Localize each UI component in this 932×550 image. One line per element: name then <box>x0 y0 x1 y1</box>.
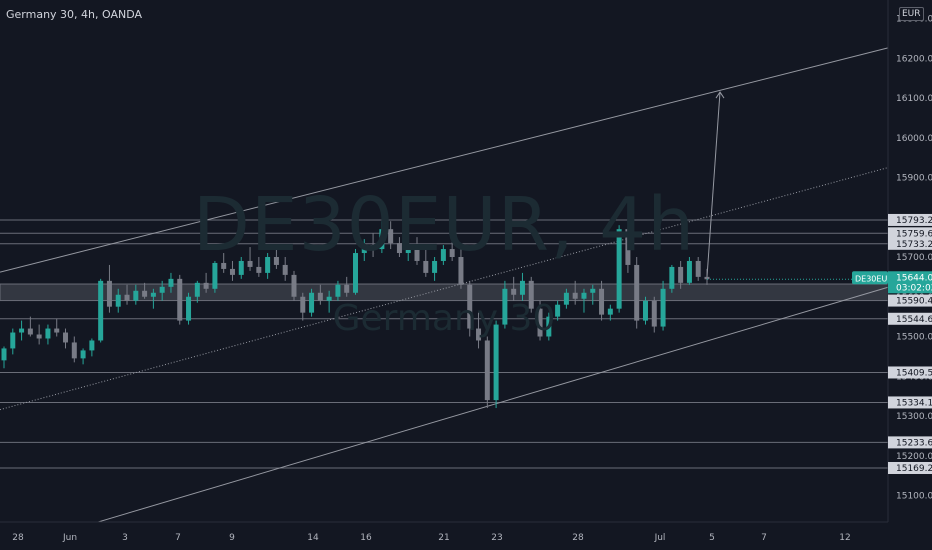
candle-body <box>678 266 684 283</box>
candle-body <box>291 274 297 297</box>
level-label: 15733.2 <box>896 240 932 250</box>
symbol-tag: DE30EUR <box>855 274 893 283</box>
x-tick-label: Jul <box>654 533 666 543</box>
name-watermark: Germany 30 <box>332 298 556 339</box>
x-tick-label: 28 <box>12 533 24 543</box>
candle-body <box>484 340 490 401</box>
level-label: 15334.1 <box>896 398 932 408</box>
y-tick-label: 15700.0 <box>896 253 932 263</box>
y-tick-label: 15300.0 <box>896 412 932 422</box>
y-tick-label: 15100.0 <box>896 492 932 502</box>
candle-body <box>159 286 165 293</box>
symbol-watermark: DE30EUR, 4h <box>192 182 696 268</box>
level-label: 15233.6 <box>896 438 932 448</box>
candle-body <box>344 284 350 293</box>
time-axis-bg <box>0 522 932 550</box>
x-tick-label: 3 <box>122 533 128 543</box>
candle-body <box>669 266 675 289</box>
x-tick-label: 7 <box>761 533 767 543</box>
candle-body <box>168 278 174 287</box>
y-tick-label: 16200.0 <box>896 54 932 64</box>
currency-button[interactable]: EUR <box>899 7 924 21</box>
candle-body <box>1 348 7 361</box>
x-tick-label: 7 <box>175 533 181 543</box>
candle-body <box>194 282 200 297</box>
level-label: 15409.5 <box>896 368 932 378</box>
candle-body <box>511 288 517 295</box>
candle-body <box>89 340 95 351</box>
y-tick-label: 15900.0 <box>896 174 932 184</box>
time-axis[interactable]: 28 Jun 3 7 9 14 16 21 23 28 Jul 5 7 12 <box>0 521 932 550</box>
x-tick-label: Jun <box>62 533 77 543</box>
level-label: 15544.6 <box>896 315 932 325</box>
level-label: 15169.2 <box>896 464 932 474</box>
candle-body <box>203 282 209 289</box>
level-label: 15793.2 <box>896 216 932 226</box>
price-chart[interactable]: 15100.015200.015300.015400.015500.015600… <box>0 0 932 550</box>
candle-body <box>71 342 77 359</box>
x-tick-label: 28 <box>572 533 584 543</box>
candle-body <box>335 284 341 297</box>
y-tick-label: 15200.0 <box>896 452 932 462</box>
x-tick-label: 9 <box>229 533 235 543</box>
chart-title: Germany 30, 4h, OANDA <box>6 8 143 21</box>
x-tick-label: 21 <box>438 533 449 543</box>
countdown-label: 03:02:02 <box>896 283 932 293</box>
candle-body <box>142 290 148 297</box>
x-tick-label: 23 <box>491 533 502 543</box>
candle-body <box>229 268 235 275</box>
y-tick-label: 16000.0 <box>896 134 932 144</box>
y-tick-label: 16100.0 <box>896 94 932 104</box>
x-tick-label: 16 <box>360 533 372 543</box>
candle-body <box>590 288 596 293</box>
x-tick-label: 12 <box>839 533 850 543</box>
y-tick-label: 15500.0 <box>896 333 932 343</box>
candle-body <box>519 280 525 295</box>
last-price-label: 15644.0 <box>896 273 932 283</box>
x-tick-label: 5 <box>709 533 715 543</box>
candle-body <box>150 292 156 297</box>
x-tick-label: 14 <box>307 533 319 543</box>
candle-body <box>80 350 86 359</box>
level-label: 15590.4 <box>896 297 932 307</box>
